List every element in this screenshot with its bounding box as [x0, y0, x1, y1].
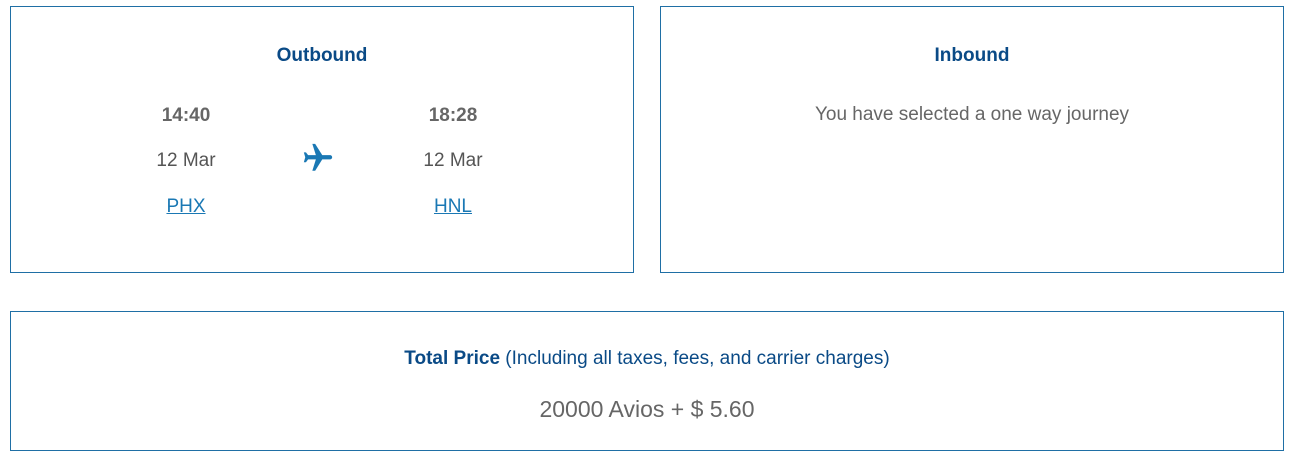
outbound-title: Outbound: [276, 45, 368, 66]
arrival-airport-link[interactable]: HNL: [403, 196, 503, 218]
arrival-date: 12 Mar: [423, 150, 483, 171]
total-price-heading: Total Price (Including all taxes, fees, …: [11, 348, 1283, 370]
inbound-title: Inbound: [934, 45, 1010, 66]
inbound-card: Inbound You have selected a one way jour…: [660, 6, 1284, 273]
price-card: Total Price (Including all taxes, fees, …: [10, 311, 1284, 451]
departure-airport-link[interactable]: PHX: [136, 196, 236, 218]
departure-date: 12 Mar: [156, 150, 216, 171]
total-price-label: Total Price: [404, 348, 501, 369]
one-way-message: You have selected a one way journey: [814, 104, 1130, 125]
arrival-time: 18:28: [428, 105, 478, 126]
price-note: (Including all taxes, fees, and carrier …: [500, 348, 890, 369]
plane-icon: [303, 143, 333, 171]
total-price-value: 20000 Avios + $ 5.60: [539, 396, 755, 422]
departure-time: 14:40: [161, 105, 211, 126]
outbound-card: Outbound 14:40 12 Mar PHX 18:28 12 Mar H…: [10, 6, 634, 273]
